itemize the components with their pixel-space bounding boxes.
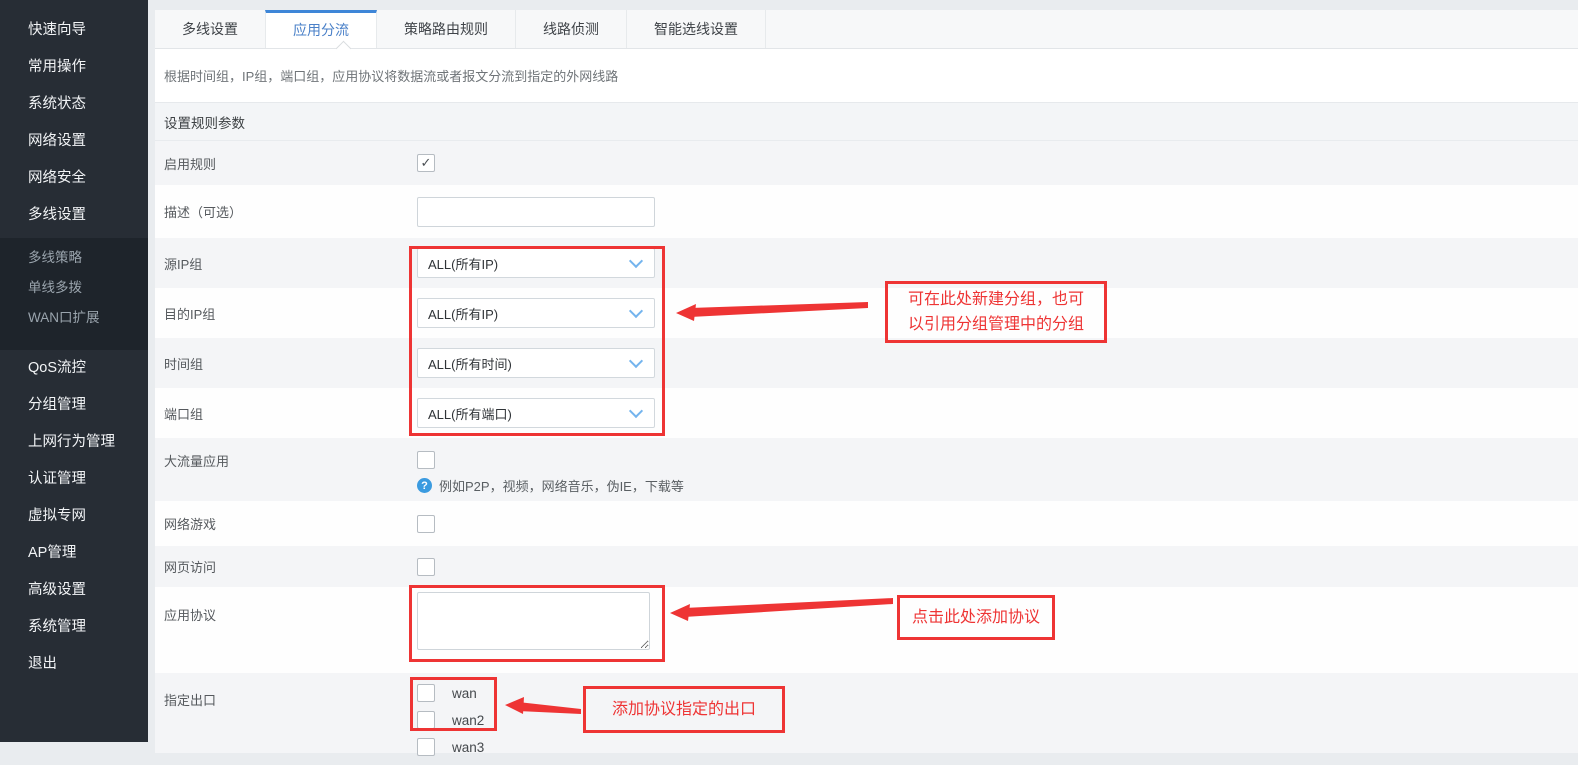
port-group-label: 端口组 [155,404,417,423]
sidebar-subitem-wan-port-expansion[interactable]: WAN口扩展 [0,303,148,333]
sidebar-item-quick-wizard[interactable]: 快速向导 [0,12,148,49]
row-source-ip-group: 源IP组 ALL(所有IP) [155,238,1578,288]
dest-ip-group-value: ALL(所有IP) [428,304,498,323]
row-network-game: 网络游戏 [155,501,1578,546]
network-game-checkbox[interactable] [417,515,435,533]
out-option-wan2: wan2 [417,711,484,729]
tab-multiline-settings[interactable]: 多线设置 [155,10,266,48]
sidebar-item-multiline-settings[interactable]: 多线设置 [0,197,148,234]
sidebar-item-group-management[interactable]: 分组管理 [0,387,148,424]
section-header: 设置规则参数 [155,103,1578,141]
row-time-group: 时间组 ALL(所有时间) [155,338,1578,388]
page-description-bar: 根据时间组，IP组，端口组，应用协议将数据流或者报文分流到指定的外网线路 [155,49,1578,103]
app-protocol-label: 应用协议 [155,605,417,624]
sidebar-item-logout[interactable]: 退出 [0,646,148,683]
tab-app-diversion[interactable]: 应用分流 [265,10,377,48]
wan3-checkbox[interactable] [417,738,435,756]
tab-line-detection[interactable]: 线路侦测 [516,10,627,48]
row-enable-rule: 启用规则 ✓ [155,141,1578,185]
form-rows: 设置规则参数 启用规则 ✓ 描述（可选） 源IP组 ALL(所有IP) [155,103,1578,753]
sidebar-nav: 快速向导 常用操作 系统状态 网络设置 网络安全 多线设置 多线策略 单线多拨 … [0,0,148,742]
network-game-label: 网络游戏 [155,514,417,533]
sidebar-item-system-management[interactable]: 系统管理 [0,609,148,646]
heavy-traffic-checkbox[interactable] [417,451,435,469]
port-group-select[interactable]: ALL(所有端口) [417,398,655,428]
sidebar-subitem-multiline-policy[interactable]: 多线策略 [0,243,148,273]
chevron-down-icon [629,403,643,417]
sidebar-item-auth-management[interactable]: 认证管理 [0,461,148,498]
tab-policy-routing-rules[interactable]: 策略路由规则 [377,10,516,48]
sidebar-item-advanced-settings[interactable]: 高级设置 [0,572,148,609]
checkmark-icon: ✓ [421,156,432,169]
dest-ip-group-label: 目的IP组 [155,304,417,323]
sidebar-item-common-ops[interactable]: 常用操作 [0,49,148,86]
row-web-access: 网页访问 [155,546,1578,587]
heavy-traffic-hint-text: 例如P2P，视频，网络音乐，伪IE，下载等 [439,476,684,495]
time-group-label: 时间组 [155,354,417,373]
sidebar-subitem-single-line-multi-dial[interactable]: 单线多拨 [0,273,148,303]
row-out-interface: 指定出口 wan wan2 wan3 [155,673,1578,753]
description-input[interactable] [417,197,655,227]
enable-rule-checkbox[interactable]: ✓ [417,154,435,172]
dest-ip-group-select[interactable]: ALL(所有IP) [417,298,655,328]
source-ip-group-value: ALL(所有IP) [428,254,498,273]
heavy-traffic-label: 大流量应用 [155,451,417,470]
sidebar-item-vpn[interactable]: 虚拟专网 [0,498,148,535]
port-group-value: ALL(所有端口) [428,404,512,423]
out-option-wan: wan [417,684,484,702]
section-title: 设置规则参数 [164,112,245,132]
multiline-submenu: 多线策略 单线多拨 WAN口扩展 [0,238,148,350]
sidebar-item-system-status[interactable]: 系统状态 [0,86,148,123]
row-port-group: 端口组 ALL(所有端口) [155,388,1578,438]
row-app-protocol: 应用协议 [155,587,1578,673]
enable-rule-label: 启用规则 [155,154,417,173]
wan-label: wan [452,686,477,701]
sidebar-item-network-security[interactable]: 网络安全 [0,160,148,197]
page-description: 根据时间组，IP组，端口组，应用协议将数据流或者报文分流到指定的外网线路 [164,66,618,85]
row-heavy-traffic-app: 大流量应用 ? 例如P2P，视频，网络音乐，伪IE，下载等 [155,438,1578,501]
wan2-checkbox[interactable] [417,711,435,729]
row-description: 描述（可选） [155,185,1578,238]
tab-bar: 多线设置 应用分流 策略路由规则 线路侦测 智能选线设置 [155,10,1578,49]
sidebar-item-qos[interactable]: QoS流控 [0,350,148,387]
source-ip-group-label: 源IP组 [155,254,417,273]
wan2-label: wan2 [452,713,484,728]
web-access-label: 网页访问 [155,557,417,576]
chevron-down-icon [629,253,643,267]
time-group-select[interactable]: ALL(所有时间) [417,348,655,378]
sidebar-item-behavior-management[interactable]: 上网行为管理 [0,424,148,461]
source-ip-group-select[interactable]: ALL(所有IP) [417,248,655,278]
app-protocol-textarea[interactable] [417,592,650,650]
heavy-traffic-hint: ? 例如P2P，视频，网络音乐，伪IE，下载等 [417,476,684,495]
sidebar-item-network-settings[interactable]: 网络设置 [0,123,148,160]
wan-checkbox[interactable] [417,684,435,702]
chevron-down-icon [629,303,643,317]
main-content: 多线设置 应用分流 策略路由规则 线路侦测 智能选线设置 根据时间组，IP组，端… [148,0,1578,742]
tab-smart-line-selection[interactable]: 智能选线设置 [627,10,766,48]
row-dest-ip-group: 目的IP组 ALL(所有IP) [155,288,1578,338]
time-group-value: ALL(所有时间) [428,354,512,373]
description-label: 描述（可选） [155,202,417,221]
web-access-checkbox[interactable] [417,558,435,576]
out-interface-label: 指定出口 [155,690,417,709]
sidebar-item-ap-management[interactable]: AP管理 [0,535,148,572]
chevron-down-icon [629,353,643,367]
help-icon: ? [417,478,432,493]
out-option-wan3: wan3 [417,738,484,756]
